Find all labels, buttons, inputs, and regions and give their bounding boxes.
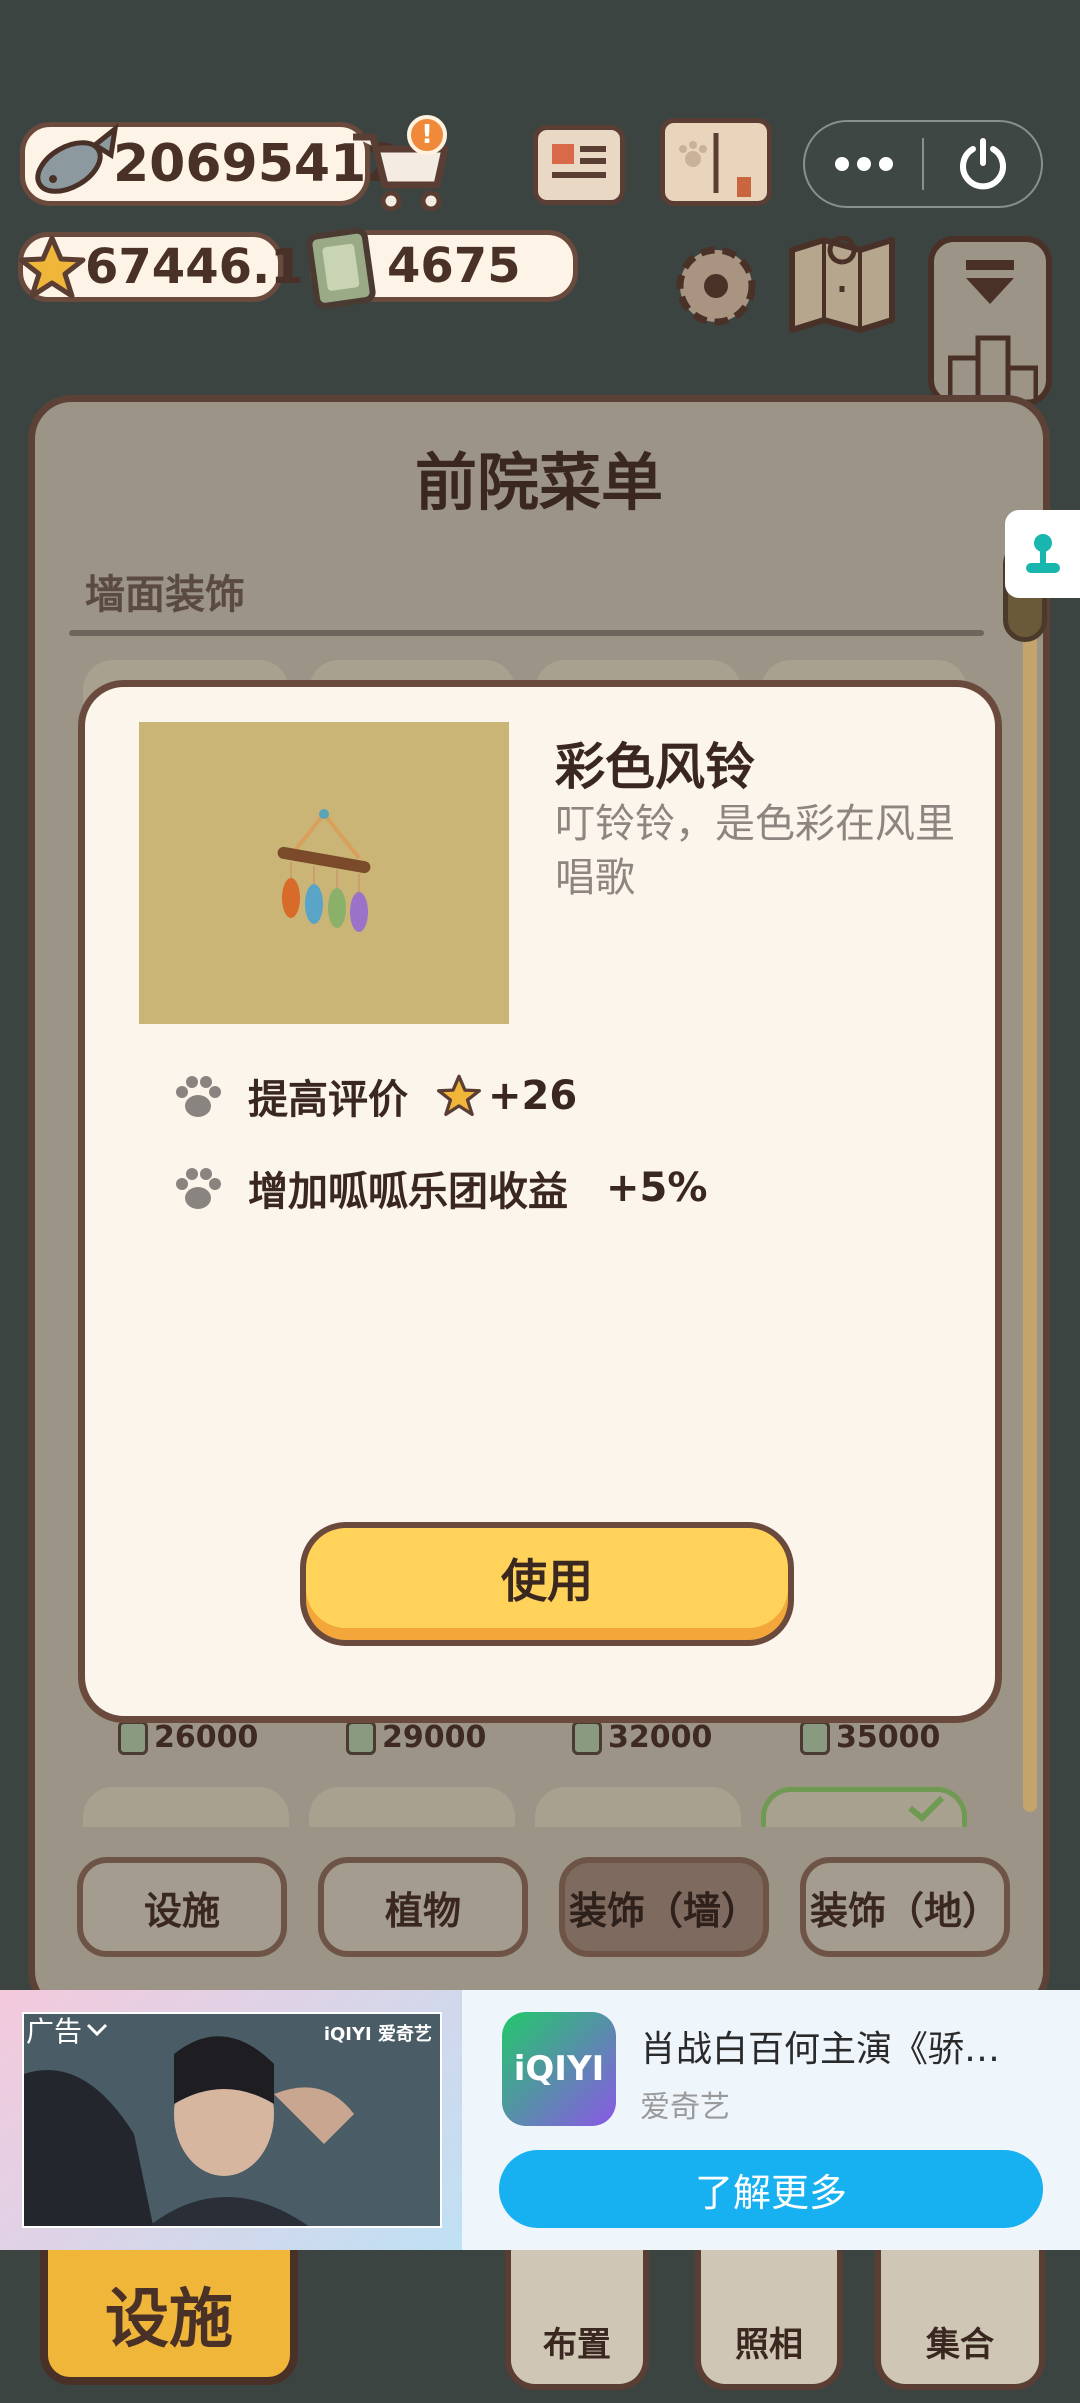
ad-tag[interactable]: 广告 <box>26 2010 108 2050</box>
item-price: 32000 <box>572 1720 712 1755</box>
use-button-label: 使用 <box>306 1528 788 1628</box>
cash-value: 4675 <box>387 238 521 294</box>
tab-facilities[interactable]: 设施 <box>77 1857 287 1957</box>
side-float-button[interactable] <box>1005 510 1080 598</box>
category-divider <box>69 630 984 636</box>
cash-icon <box>118 1720 148 1755</box>
item-price: 29000 <box>346 1720 486 1755</box>
price-value: 26000 <box>154 1720 259 1755</box>
cash-currency: 4675 <box>306 227 578 309</box>
guidebook-button[interactable] <box>660 118 772 206</box>
bottom-photo-button[interactable]: 照相 <box>695 2250 843 2390</box>
cash-icon <box>800 1720 830 1755</box>
tab-label: 装饰（墙） <box>568 1888 759 1933</box>
cash-icon <box>346 1720 376 1755</box>
item-price: 35000 <box>800 1720 940 1755</box>
ad-tag-label: 广告 <box>26 2015 83 2048</box>
gear-icon <box>676 246 756 326</box>
ranking-button[interactable] <box>928 236 1052 406</box>
fish-icon <box>35 123 119 194</box>
item-price: 26000 <box>118 1720 258 1755</box>
item-slot-selected[interactable] <box>761 1787 967 1827</box>
tab-plants[interactable]: 植物 <box>318 1857 528 1957</box>
ad-video[interactable]: iQIYI 爱奇艺 广告 <box>0 1990 462 2250</box>
price-value: 35000 <box>836 1720 941 1755</box>
more-button[interactable] <box>805 122 922 206</box>
map-button[interactable] <box>786 235 898 334</box>
tab-label: 装饰（地） <box>809 1888 1000 1933</box>
price-value: 29000 <box>382 1720 487 1755</box>
bottom-button-label: 照相 <box>735 2325 803 2365</box>
attribute-band-income: 增加呱呱乐团收益 +5% <box>170 1159 707 1217</box>
tab-label: 植物 <box>384 1888 461 1933</box>
star-currency: 67446.1 <box>18 232 304 302</box>
podium-icon <box>948 335 1038 402</box>
miniprogram-capsule <box>803 120 1043 208</box>
price-value: 32000 <box>608 1720 713 1755</box>
shop-cart-button[interactable]: ! <box>345 115 455 215</box>
item-name: 彩色风铃 <box>555 738 755 796</box>
learn-more-button[interactable]: 了解更多 <box>499 2150 1043 2228</box>
star-icon <box>436 1074 482 1117</box>
book-icon <box>679 133 751 197</box>
category-label: 墙面装饰 <box>85 572 245 618</box>
bottom-facilities-button[interactable]: 设施 <box>40 2250 298 2385</box>
attribute-rating: 提高评价 +26 <box>170 1067 577 1125</box>
video-brand: iQIYI 爱奇艺 <box>323 2024 432 2045</box>
attribute-label: 增加呱呱乐团收益 <box>248 1169 568 1215</box>
joystick-icon <box>1025 534 1060 573</box>
ad-headline: 肖战白百何主演《骄… <box>640 2029 1001 2070</box>
item-slot[interactable] <box>309 1787 515 1827</box>
settings-button[interactable] <box>668 238 764 334</box>
alert-badge: ! <box>407 115 447 155</box>
paw-icon <box>176 1168 221 1209</box>
attribute-value: +26 <box>488 1073 578 1119</box>
bottom-arrange-button[interactable]: 布置 <box>505 2250 649 2390</box>
star-icon <box>18 235 86 299</box>
attribute-value: +5% <box>606 1165 708 1211</box>
learn-more-label: 了解更多 <box>694 2170 847 2215</box>
item-slot[interactable] <box>83 1787 289 1827</box>
chevron-down-icon <box>86 2023 108 2037</box>
newspaper-button[interactable] <box>533 125 625 205</box>
newspaper-icon <box>552 144 606 178</box>
wind-chime-icon <box>277 809 371 932</box>
item-image <box>139 722 509 1024</box>
item-description: 叮铃铃，是色彩在风里唱歌 <box>555 801 955 901</box>
exit-button[interactable] <box>924 122 1041 206</box>
bottom-facilities-label: 设施 <box>105 2282 233 2357</box>
scrollbar-track[interactable] <box>1023 572 1037 1812</box>
bottom-button-label: 布置 <box>543 2325 611 2365</box>
tab-label: 设施 <box>143 1888 220 1933</box>
star-value: 67446.1 <box>85 239 304 295</box>
app-logo: iQIYI <box>502 2012 616 2126</box>
power-icon <box>959 138 1006 190</box>
chevron-down-icon <box>966 260 1014 304</box>
attribute-label: 提高评价 <box>248 1077 408 1123</box>
cash-icon <box>572 1720 602 1755</box>
tab-floor-decor[interactable]: 装饰（地） <box>800 1857 1010 1957</box>
use-button[interactable]: 使用 <box>300 1522 794 1646</box>
cash-icon <box>306 227 376 309</box>
tab-wall-decor[interactable]: 装饰（墙） <box>559 1857 769 1957</box>
item-slot[interactable] <box>535 1787 741 1827</box>
app-logo-text: iQIYI <box>513 2049 605 2089</box>
ad-banner[interactable]: iQIYI 爱奇艺 广告 iQIYI 肖战白百何主演《骄… 爱奇艺 了解更多 <box>0 1990 1080 2250</box>
bottom-gather-button[interactable]: 集合 <box>875 2250 1045 2390</box>
fish-currency: 20695412 <box>20 122 402 206</box>
map-icon <box>789 235 895 333</box>
check-icon <box>908 1795 945 1823</box>
more-dots-icon <box>834 157 893 171</box>
bottom-button-label: 集合 <box>926 2325 994 2365</box>
ad-app-name: 爱奇艺 <box>640 2090 730 2125</box>
paw-icon <box>176 1076 221 1117</box>
panel-title: 前院菜单 <box>414 446 663 519</box>
item-detail-card: 彩色风铃 叮铃铃，是色彩在风里唱歌 提高评价 +26 增加呱呱乐团收益 +5% … <box>78 680 1002 1723</box>
